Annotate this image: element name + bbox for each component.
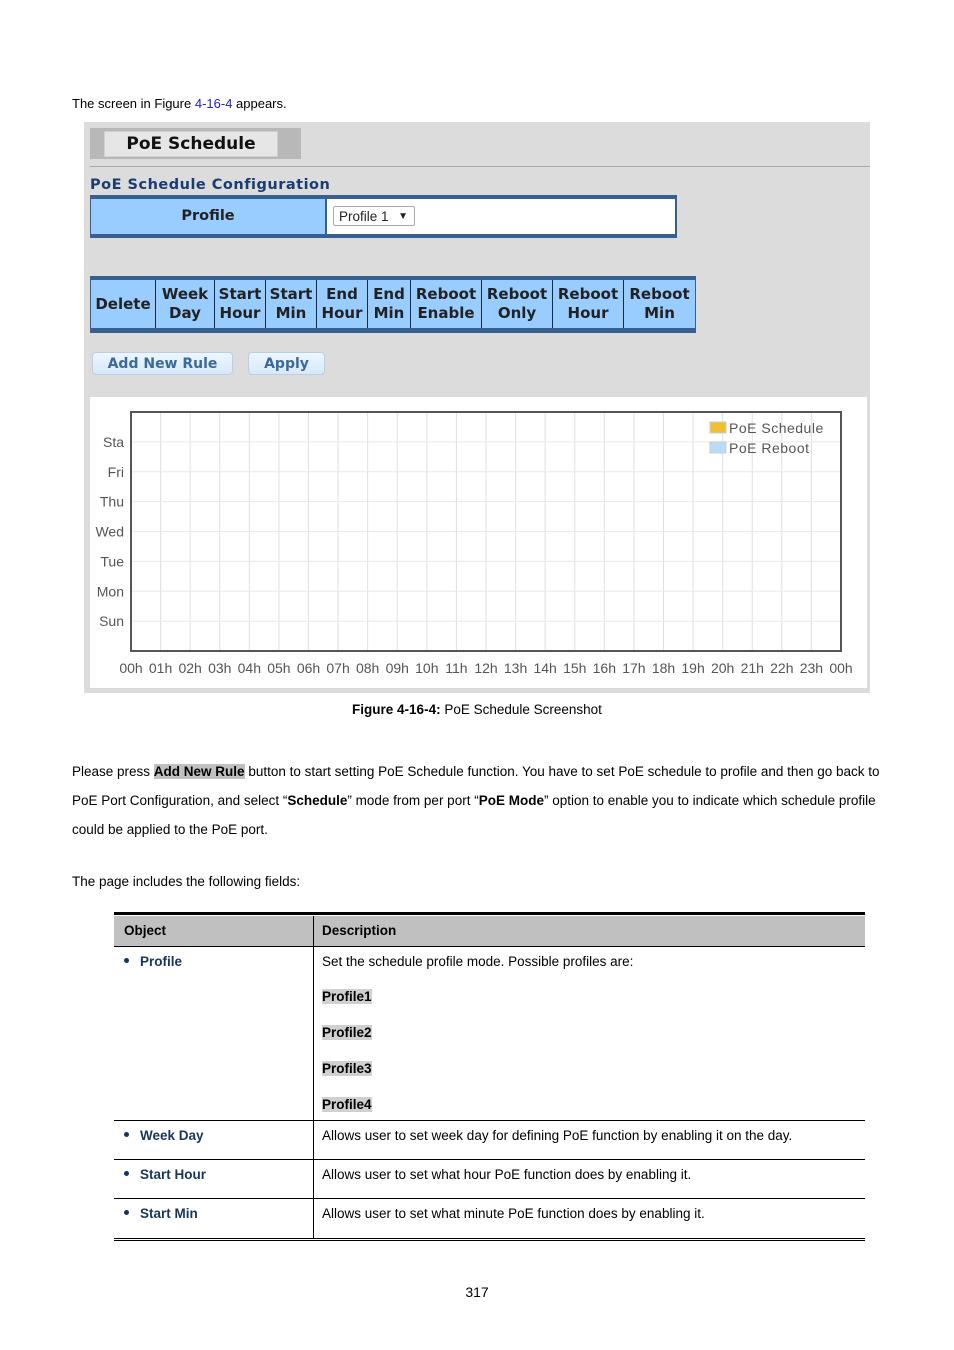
y-tick-label: Sun (99, 613, 124, 629)
table-row: Start Hour Allows user to set what hour … (114, 1160, 865, 1199)
profile-value-cell: Profile 1 ▼ (327, 199, 675, 234)
instruction-paragraph: Please press Add New Rule button to star… (72, 764, 880, 837)
x-tick-label: 15h (563, 660, 586, 676)
x-tick-label: 09h (386, 660, 409, 676)
object-profile: Profile (124, 954, 182, 969)
schedule-chart-svg: Sta Fri Thu Wed Tue Mon Sun 00h 01h 02h 03h 04h 05h 0… (95, 411, 853, 676)
x-tick-label: 03h (208, 660, 231, 676)
profile-option: Profile1 (322, 989, 372, 1004)
schedule-chart: Sta Fri Thu Wed Tue Mon Sun 00h 01h 02h 03h 04h 05h 0… (90, 397, 867, 688)
profile-option: Profile4 (322, 1097, 372, 1112)
object-start-hour: Start Hour (124, 1167, 206, 1182)
table-top-rule (114, 912, 865, 915)
add-new-rule-highlight: Add New Rule (153, 764, 245, 779)
table-row: Week Day Allows user to set week day for… (114, 1121, 865, 1160)
legend-label: PoE Schedule (729, 420, 824, 436)
x-tick-label: 06h (297, 660, 320, 676)
rules-table-header: Delete Week Day Start Hour Start Min End Hou… (90, 276, 696, 333)
col-reboot-enable: Reboot Enable (411, 280, 482, 328)
col-delete: Delete (91, 280, 156, 328)
description: Allows user to set what hour PoE functio… (322, 1167, 692, 1182)
description: Set the schedule profile mode. Possible … (322, 954, 634, 969)
x-tick-label: 11h (445, 660, 467, 676)
col-end-min: End Min (368, 280, 411, 328)
col-reboot-hour: Reboot Hour (553, 280, 624, 328)
intro-text: The screen in Figure 4-16-4 appears. (72, 96, 287, 111)
x-tick-label: 14h (533, 660, 556, 676)
x-tick-label: 22h (770, 660, 793, 676)
add-new-rule-button[interactable]: Add New Rule (92, 352, 233, 375)
x-tick-label: 02h (178, 660, 201, 676)
col-week-day: Week Day (156, 280, 215, 328)
profile-select[interactable]: Profile 1 ▼ (333, 206, 415, 226)
legend-swatch (709, 421, 727, 434)
x-tick-label: 13h (504, 660, 527, 676)
table-row: Profile Set the schedule profile mode. P… (114, 947, 865, 1121)
y-tick-label: Thu (100, 494, 124, 510)
x-tick-label: 20h (711, 660, 734, 676)
table-row: Start Min Allows user to set what minute… (114, 1199, 865, 1237)
table-bottom-rule (114, 1238, 865, 1241)
object-start-min: Start Min (124, 1206, 198, 1221)
y-tick-label: Fri (108, 464, 124, 480)
x-tick-label: 16h (593, 660, 616, 676)
tab-poe-schedule[interactable]: PoE Schedule (104, 131, 278, 157)
x-tick-label: 04h (238, 660, 261, 676)
poe-schedule-screenshot: PoE Schedule PoE Schedule Configuration … (84, 122, 870, 693)
col-reboot-min: Reboot Min (624, 280, 695, 328)
x-tick-label: 00h (829, 660, 852, 676)
y-tick-label: Sta (103, 434, 124, 450)
figure-caption: Figure 4-16-4: PoE Schedule Screenshot (352, 702, 602, 717)
x-tick-label: 21h (741, 660, 764, 676)
y-tick-label: Mon (97, 583, 124, 599)
x-tick-label: 01h (149, 660, 172, 676)
x-tick-label: 05h (267, 660, 290, 676)
col-reboot-only: Reboot Only (482, 280, 553, 328)
x-tick-label: 18h (652, 660, 675, 676)
description: Allows user to set week day for defining… (322, 1128, 793, 1143)
description: Allows user to set what minute PoE funct… (322, 1206, 705, 1221)
y-tick-label: Wed (95, 524, 124, 540)
x-tick-label: 17h (622, 660, 645, 676)
x-tick-label: 08h (356, 660, 379, 676)
fields-intro: The page includes the following fields: (72, 874, 301, 889)
object-week-day: Week Day (124, 1128, 204, 1143)
legend-swatch (709, 441, 727, 454)
dropdown-arrow-icon: ▼ (398, 211, 408, 222)
header-object: Object (124, 923, 167, 938)
profile-table: Profile Profile 1 ▼ (90, 195, 677, 238)
col-start-hour: Start Hour (215, 280, 266, 328)
x-tick-label: 07h (326, 660, 349, 676)
col-end-hour: End Hour (317, 280, 368, 328)
y-tick-label: Tue (100, 553, 124, 569)
divider (90, 166, 870, 167)
profile-option: Profile3 (322, 1061, 372, 1076)
section-title: PoE Schedule Configuration (90, 177, 331, 193)
x-tick-label: 00h (119, 660, 142, 676)
col-start-min: Start Min (266, 280, 317, 328)
table-header: Object Description (114, 916, 865, 947)
apply-button[interactable]: Apply (248, 352, 325, 375)
profile-label: Profile (91, 199, 325, 234)
legend-label: PoE Reboot (729, 440, 810, 456)
page-number: 317 (465, 1284, 489, 1300)
column-divider (313, 946, 314, 1239)
x-tick-label: 12h (474, 660, 497, 676)
header-description: Description (322, 923, 397, 938)
x-tick-label: 23h (800, 660, 823, 676)
figure-link[interactable]: 4-16-4 (195, 96, 233, 111)
x-tick-label: 19h (681, 660, 704, 676)
x-tick-label: 10h (415, 660, 438, 676)
profile-option: Profile2 (322, 1025, 372, 1040)
